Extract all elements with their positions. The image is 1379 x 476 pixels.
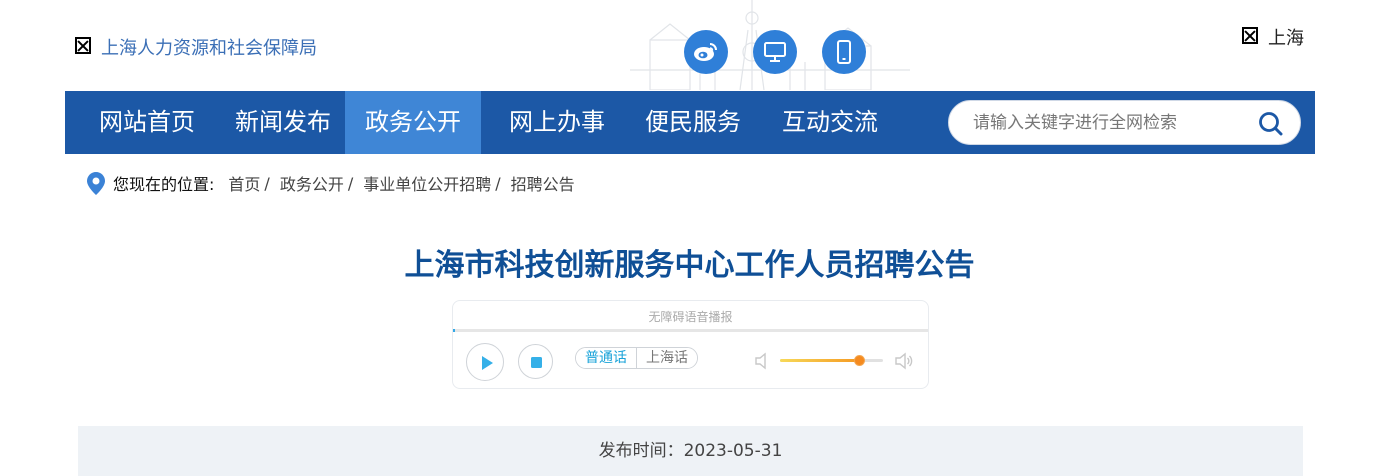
nav-item-interaction[interactable]: 互动交流 bbox=[762, 91, 898, 154]
nav-item-news[interactable]: 新闻发布 bbox=[215, 91, 351, 154]
breadcrumb-separator: / bbox=[495, 173, 501, 193]
breadcrumb-label: 您现在的位置: bbox=[113, 175, 215, 194]
breadcrumb-recruitment[interactable]: 事业单位公开招聘 bbox=[363, 171, 491, 195]
language-switch: 普通话 上海话 bbox=[575, 347, 698, 369]
volume-slider[interactable] bbox=[780, 355, 883, 366]
stop-icon bbox=[531, 357, 542, 368]
play-icon bbox=[482, 356, 493, 370]
language-mandarin[interactable]: 普通话 bbox=[576, 348, 636, 368]
search-icon bbox=[1259, 112, 1283, 136]
weibo-icon bbox=[694, 43, 717, 61]
play-button[interactable] bbox=[466, 343, 504, 381]
volume-handle[interactable] bbox=[854, 355, 866, 366]
breadcrumb-announcement[interactable]: 招聘公告 bbox=[511, 171, 575, 195]
player-progress-fill bbox=[453, 329, 455, 332]
breadcrumb-government-affairs[interactable]: 政务公开 bbox=[280, 171, 344, 195]
page-title: 上海市科技创新服务中心工作人员招聘公告 bbox=[404, 248, 975, 283]
desktop-link[interactable] bbox=[753, 30, 797, 74]
volume-high-icon[interactable] bbox=[894, 351, 914, 371]
location-pin-icon bbox=[87, 171, 105, 195]
player-progress-bar[interactable] bbox=[453, 329, 928, 332]
breadcrumb: 您现在的位置: 首页 / 政务公开 / 事业单位公开招聘 / 招聘公告 bbox=[87, 171, 575, 195]
breadcrumb-home[interactable]: 首页 bbox=[228, 171, 260, 195]
city-image bbox=[1242, 27, 1258, 44]
nav-item-government-affairs[interactable]: 政务公开 bbox=[345, 91, 481, 154]
mobile-link[interactable] bbox=[822, 30, 866, 74]
audio-player: 无障碍语音播报 普通话 上海话 bbox=[452, 300, 929, 389]
mobile-icon bbox=[837, 40, 851, 64]
search-box bbox=[948, 100, 1301, 145]
desktop-icon bbox=[764, 42, 786, 62]
weibo-link[interactable] bbox=[684, 30, 728, 74]
breadcrumb-separator: / bbox=[264, 173, 270, 193]
nav-item-public-services[interactable]: 便民服务 bbox=[625, 91, 761, 154]
logo-image bbox=[75, 37, 91, 54]
nav-item-home[interactable]: 网站首页 bbox=[79, 91, 215, 154]
player-caption: 无障碍语音播报 bbox=[648, 310, 733, 324]
stop-button[interactable] bbox=[518, 344, 553, 379]
volume-low-icon[interactable] bbox=[753, 351, 773, 371]
language-shanghainese[interactable]: 上海话 bbox=[636, 348, 697, 368]
search-input[interactable] bbox=[973, 101, 1253, 144]
site-logo-text[interactable]: 上海人力资源和社会保障局 bbox=[101, 34, 317, 60]
search-button[interactable] bbox=[1258, 111, 1284, 137]
volume-fill bbox=[780, 359, 860, 362]
breadcrumb-separator: / bbox=[347, 173, 354, 193]
city-switch[interactable]: 上海 bbox=[1268, 24, 1304, 50]
nav-item-online-services[interactable]: 网上办事 bbox=[489, 91, 625, 154]
publish-date: 发布时间：2023-05-31 bbox=[78, 426, 1303, 476]
